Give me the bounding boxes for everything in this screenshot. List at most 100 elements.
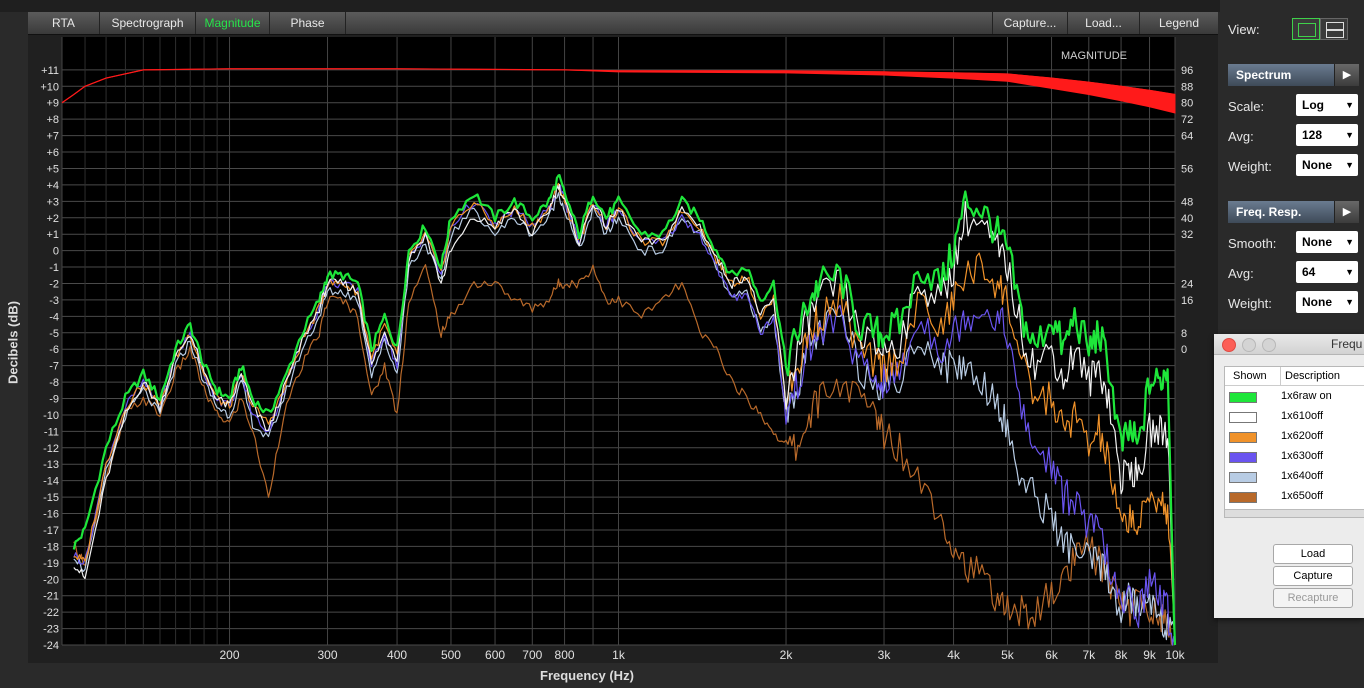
legend-load-button[interactable]: Load [1273, 544, 1353, 564]
tab-rta[interactable]: RTA [28, 12, 100, 34]
legend-row[interactable]: 1x630off [1225, 447, 1364, 467]
scale-label: Scale: [1228, 99, 1265, 114]
x-tick-label: 200 [220, 648, 240, 662]
y2-tick-label: 88 [1181, 81, 1193, 93]
smooth-select[interactable]: None ▼ [1296, 231, 1358, 253]
load-button[interactable]: Load... [1068, 12, 1140, 34]
y-tick-label: +5 [46, 163, 59, 175]
y2-tick-label: 24 [1181, 278, 1193, 290]
legend-color-swatch[interactable] [1229, 472, 1257, 483]
single-view-button[interactable] [1292, 18, 1320, 40]
y-tick-label: -13 [43, 459, 59, 471]
y-tick-label: -3 [49, 295, 59, 307]
chevron-down-icon: ▼ [1345, 160, 1354, 170]
scale-select[interactable]: Log ▼ [1296, 94, 1358, 116]
legend-color-swatch[interactable] [1229, 492, 1257, 503]
x-tick-label: 10k [1165, 648, 1185, 662]
freq-avg-select[interactable]: 64 ▼ [1296, 261, 1358, 283]
zoom-icon[interactable] [1262, 338, 1276, 352]
y2-tick-label: 56 [1181, 163, 1193, 175]
minimize-icon[interactable] [1242, 338, 1256, 352]
weight-select[interactable]: None ▼ [1296, 154, 1358, 176]
legend-row[interactable]: 1x620off [1225, 427, 1364, 447]
y-tick-label: +6 [46, 147, 59, 159]
split-view-icon [1326, 22, 1344, 30]
chevron-down-icon: ▼ [1345, 100, 1354, 110]
y2-tick-label: 40 [1181, 213, 1193, 225]
avg-select[interactable]: 128 ▼ [1296, 124, 1358, 146]
y2-tick-label: 0 [1181, 344, 1187, 356]
y-tick-label: -1 [49, 262, 59, 274]
spectrum-expand-icon[interactable]: ▶ [1334, 64, 1359, 86]
y-tick-label: -24 [43, 640, 59, 652]
y2-tick-label: 80 [1181, 98, 1193, 110]
tab-phase[interactable]: Phase [270, 12, 346, 34]
x-tick-label: 3k [878, 648, 892, 662]
legend-window-titlebar[interactable]: Frequ [1214, 334, 1364, 355]
y-tick-label: +8 [46, 114, 59, 126]
legend-capture-button[interactable]: Capture [1273, 566, 1353, 586]
y-tick-label: +2 [46, 213, 59, 225]
tab-magnitude[interactable]: Magnitude [196, 12, 270, 34]
legend-row[interactable]: 1x650off [1225, 487, 1364, 507]
y2-tick-label: 96 [1181, 65, 1193, 77]
legend-row[interactable]: 1x640off [1225, 467, 1364, 487]
magnitude-chart[interactable]: +11 +10 +9 +8 +7 +6 +5 +4 +3 +2 +1 0 -1 -2 -3 -4 -5 -6 -7-… [28, 35, 1218, 663]
top-strip [0, 0, 1364, 12]
magnitude-plot-svg: +11+10+9+8+7+6+5+4+3+2+10-1-2-3-4-5-6-7-… [40, 37, 1193, 662]
chevron-down-icon: ▼ [1345, 237, 1354, 247]
split-view-button[interactable] [1320, 18, 1348, 40]
y-tick-label: +11 [41, 65, 59, 77]
legend-color-swatch[interactable] [1229, 452, 1257, 463]
freq-resp-expand-icon[interactable]: ▶ [1334, 201, 1359, 223]
horizontal-scrollbar[interactable] [1225, 509, 1364, 517]
single-view-icon [1298, 23, 1316, 37]
x-tick-label: 4k [947, 648, 961, 662]
tab-spectrograph[interactable]: Spectrograph [100, 12, 196, 34]
legend-description: 1x6raw on [1281, 390, 1332, 402]
legend-window-title: Frequ [1331, 337, 1363, 351]
chevron-down-icon: ▼ [1345, 130, 1354, 140]
weight-label: Weight: [1228, 159, 1272, 174]
freq-weight-label: Weight: [1228, 296, 1272, 311]
y-tick-label: 0 [53, 246, 59, 258]
legend-description: 1x640off [1281, 470, 1324, 482]
smooth-label: Smooth: [1228, 236, 1277, 251]
x-tick-label: 300 [318, 648, 338, 662]
legend-color-swatch[interactable] [1229, 432, 1257, 443]
capture-button[interactable]: Capture... [992, 12, 1068, 34]
x-tick-label: 600 [485, 648, 505, 662]
y-tick-label: -9 [49, 394, 59, 406]
close-icon[interactable] [1222, 338, 1236, 352]
freq-weight-select[interactable]: None ▼ [1296, 291, 1358, 313]
legend-row[interactable]: 1x610off [1225, 407, 1364, 427]
y2-tick-label: 16 [1181, 295, 1193, 307]
legend-button[interactable]: Legend [1140, 12, 1218, 34]
y-tick-label: -8 [49, 377, 59, 389]
x-tick-label: 5k [1001, 648, 1015, 662]
smooth-value: None [1302, 235, 1332, 249]
chevron-down-icon: ▼ [1345, 297, 1354, 307]
x-tick-label: 400 [387, 648, 407, 662]
legend-list[interactable]: Shown Description 1x6raw on 1x610off 1x620… [1224, 366, 1364, 518]
column-header-description[interactable]: Description [1281, 367, 1364, 385]
legend-description: 1x620off [1281, 430, 1324, 442]
y-tick-label: -23 [43, 624, 59, 636]
legend-window: Frequ Shown Description 1x6raw on 1x610of… [1214, 334, 1364, 618]
legend-color-swatch[interactable] [1229, 412, 1257, 423]
y-tick-label: +9 [46, 98, 59, 110]
y-tick-label: -12 [43, 443, 59, 455]
y2-tick-label: 32 [1181, 229, 1193, 241]
x-tick-label: 500 [441, 648, 461, 662]
y-tick-label: -10 [43, 410, 59, 422]
legend-color-swatch[interactable] [1229, 392, 1257, 403]
y-axis-label: Decibels (dB) [5, 300, 21, 385]
legend-recapture-button: Recapture [1273, 588, 1353, 608]
avg-value: 128 [1302, 128, 1323, 142]
legend-row[interactable]: 1x6raw on [1225, 387, 1364, 407]
y-tick-label: -2 [49, 278, 59, 290]
column-header-shown[interactable]: Shown [1225, 367, 1281, 385]
legend-description: 1x610off [1281, 410, 1324, 422]
y-tick-label: -7 [49, 361, 59, 373]
y-tick-label: -21 [43, 591, 59, 603]
